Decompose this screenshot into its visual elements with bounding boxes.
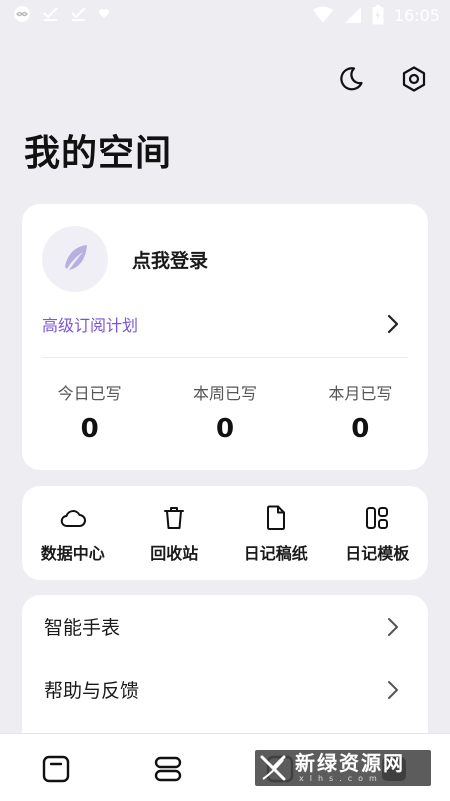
list-icon — [154, 756, 182, 782]
smartwatch-item[interactable]: 智能手表 — [22, 595, 428, 657]
wifi-icon — [312, 6, 334, 24]
nav-home-button[interactable] — [41, 754, 71, 784]
template-icon — [363, 504, 391, 532]
watermark-text: 新绿资源网 xlhs.com — [295, 752, 405, 784]
quick-actions: 数据中心 回收站 日记稿纸 日记模板 — [22, 504, 428, 564]
status-right: 16:05 — [312, 5, 440, 25]
chevron-right-icon — [386, 617, 400, 637]
feather-icon — [65, 245, 87, 270]
menu-label: 智能手表 — [44, 617, 121, 639]
profile-card: 点我登录 高级订阅计划 今日已写 0 本周已写 0 本月已写 0 — [22, 204, 428, 470]
trash-icon — [160, 504, 188, 532]
status-time: 16:05 — [393, 5, 440, 25]
settings-button[interactable] — [399, 64, 429, 94]
quick-label: 日记稿纸 — [243, 544, 308, 563]
cloud-icon — [59, 504, 87, 532]
stat-value: 0 — [215, 414, 235, 444]
moon-icon — [340, 67, 363, 91]
stat-label: 本周已写 — [192, 384, 257, 403]
recycle-bin-button[interactable]: 回收站 — [124, 504, 226, 564]
data-center-button[interactable]: 数据中心 — [22, 504, 124, 564]
stat-label: 本月已写 — [328, 384, 393, 403]
stat-label: 今日已写 — [57, 384, 122, 403]
status-left — [12, 6, 110, 22]
page-title: 我的空间 — [24, 133, 173, 174]
stat-month: 本月已写 0 — [293, 380, 428, 444]
quick-label: 回收站 — [150, 544, 199, 563]
watermark: 新绿资源网 xlhs.com — [255, 750, 431, 786]
writing-stats: 今日已写 0 本周已写 0 本月已写 0 — [22, 380, 428, 444]
quick-label: 日记模板 — [345, 544, 410, 563]
status-bar: 16:05 — [0, 0, 450, 32]
avatar[interactable] — [42, 226, 108, 292]
stat-today: 今日已写 0 — [22, 380, 157, 444]
nav-list-button[interactable] — [153, 754, 183, 784]
divider — [42, 357, 408, 358]
signal-icon — [344, 6, 362, 24]
diary-icon — [42, 755, 70, 783]
subscription-link[interactable]: 高级订阅计划 — [42, 312, 138, 336]
stat-value: 0 — [80, 414, 99, 444]
night-mode-button[interactable] — [336, 64, 366, 94]
watermark-subtitle: xlhs.com — [299, 774, 383, 783]
stat-week: 本周已写 0 — [157, 380, 292, 444]
quick-label: 数据中心 — [40, 544, 105, 563]
download-done-icon — [70, 6, 88, 22]
watermark-title: 新绿资源网 — [295, 751, 405, 775]
menu-label: 帮助与反馈 — [44, 680, 140, 702]
document-icon — [262, 504, 290, 532]
diary-paper-button[interactable]: 日记稿纸 — [225, 504, 327, 564]
gear-icon — [402, 66, 426, 92]
heart-icon — [98, 8, 110, 20]
chevron-right-icon — [386, 680, 400, 700]
quick-actions-card: 数据中心 回收站 日记稿纸 日记模板 — [22, 486, 428, 580]
infinity-icon — [12, 6, 32, 22]
login-button[interactable]: 点我登录 — [132, 246, 208, 273]
subscription-chevron-icon[interactable] — [386, 314, 400, 334]
help-feedback-item[interactable]: 帮助与反馈 — [22, 658, 428, 720]
battery-icon — [372, 5, 384, 25]
diary-template-button[interactable]: 日记模板 — [327, 504, 429, 564]
menu-card: 智能手表 帮助与反馈 — [22, 595, 428, 745]
download-done-icon — [42, 6, 60, 22]
stat-value: 0 — [351, 414, 370, 444]
watermark-logo-icon — [255, 750, 291, 786]
